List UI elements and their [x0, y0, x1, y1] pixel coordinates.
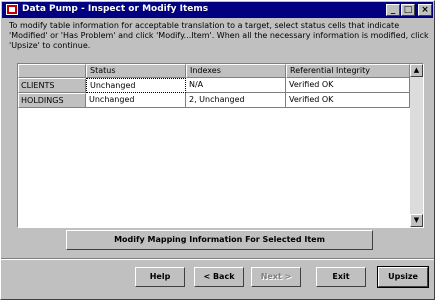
modify-mapping-button[interactable]: Modify Mapping Information For Selected … — [66, 230, 373, 250]
title-bar[interactable]: Data Pump - Inspect or Modify Items _ □ … — [2, 2, 433, 18]
column-header-status[interactable]: Status — [86, 64, 186, 78]
next-button[interactable]: Next > — [251, 267, 301, 287]
cell-clients-status[interactable]: Unchanged — [86, 78, 186, 93]
cell-clients-referential-integrity[interactable]: Verified OK — [286, 78, 410, 93]
cell-holdings-referential-integrity[interactable]: Verified OK — [286, 93, 410, 108]
corner-header — [18, 64, 86, 78]
upsize-button[interactable]: Upsize — [377, 266, 429, 288]
column-header-indexes[interactable]: Indexes — [186, 64, 286, 78]
row-header-holdings[interactable]: HOLDINGS — [18, 93, 86, 108]
scroll-up-button[interactable]: ▲ — [410, 64, 423, 77]
app-icon — [6, 4, 18, 15]
close-button[interactable]: × — [418, 4, 432, 16]
cell-holdings-status[interactable]: Unchanged — [86, 93, 186, 108]
maximize-button[interactable]: □ — [401, 4, 415, 16]
column-header-referential-integrity[interactable]: Referential Integrity — [286, 64, 410, 78]
cell-holdings-indexes[interactable]: 2, Unchanged — [186, 93, 286, 108]
data-pump-window: Data Pump - Inspect or Modify Items _ □ … — [0, 0, 435, 300]
cell-clients-indexes[interactable]: N/A — [186, 78, 286, 93]
items-grid[interactable]: Status Indexes Referential Integrity CLI… — [17, 63, 424, 228]
instructions-text: To modify table information for acceptab… — [9, 21, 429, 50]
footer-separator — [1, 258, 434, 260]
back-button[interactable]: < Back — [194, 267, 244, 287]
row-header-clients[interactable]: CLIENTS — [18, 78, 86, 93]
window-title: Data Pump - Inspect or Modify Items — [22, 4, 209, 14]
exit-button[interactable]: Exit — [316, 267, 366, 287]
vertical-scrollbar[interactable]: ▲ ▼ — [410, 64, 423, 227]
minimize-button[interactable]: _ — [386, 4, 400, 16]
help-button[interactable]: Help — [135, 267, 185, 287]
scroll-down-button[interactable]: ▼ — [410, 214, 423, 227]
